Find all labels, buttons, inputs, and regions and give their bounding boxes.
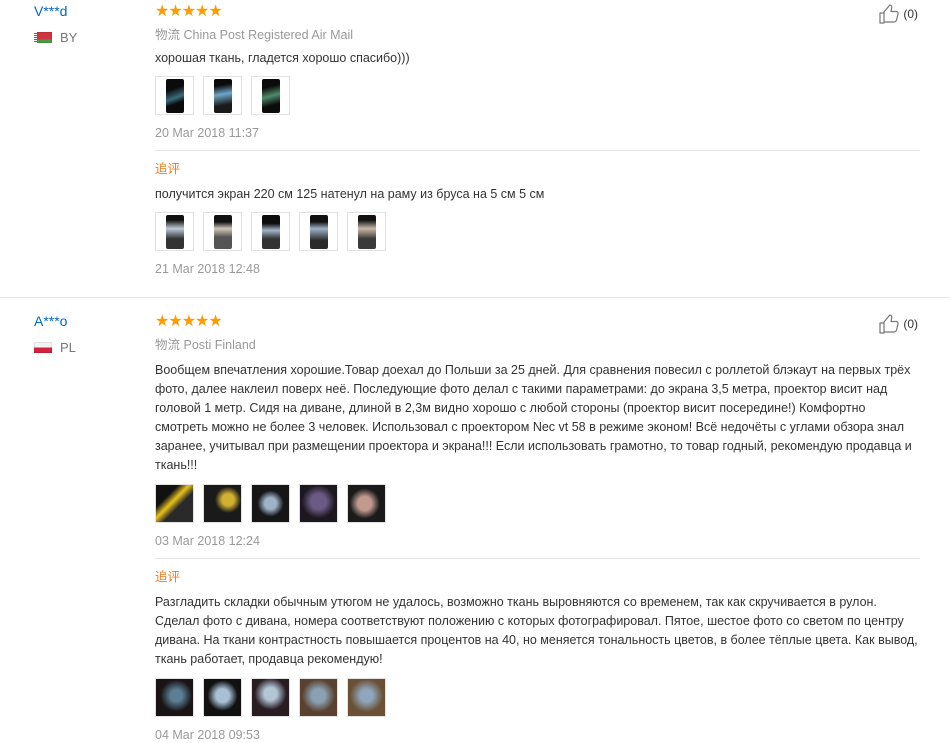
- shipping-method: China Post Registered Air Mail: [183, 28, 354, 42]
- review-body: ★★★★★ 物流 China Post Registered Air Mail …: [155, 3, 920, 277]
- review-photo[interactable]: [155, 484, 194, 523]
- country-code: PL: [60, 340, 76, 355]
- review-text: Вообщем впечатления хорошие.Товар доехал…: [155, 363, 912, 472]
- followup-photo[interactable]: [347, 678, 386, 717]
- followup-date: 21 Mar 2018 12:48: [155, 262, 260, 276]
- followup-photo[interactable]: [299, 212, 338, 251]
- followup-photo[interactable]: [347, 212, 386, 251]
- review-item: A***o PL (0) ★★★★★ 物流 Posti Finland Вооб…: [0, 298, 950, 742]
- review-photo[interactable]: [251, 484, 290, 523]
- reviewer-name: V***d: [34, 3, 68, 19]
- followup-photo[interactable]: [155, 212, 194, 251]
- review-text: хорошая ткань, гладется хорошо спасибо))…: [155, 51, 410, 65]
- review-photo[interactable]: [203, 484, 242, 523]
- reviewer-country: BY: [34, 30, 144, 45]
- review-date: 03 Mar 2018 12:24: [155, 534, 260, 548]
- divider: [155, 558, 920, 559]
- poland-flag-icon: [34, 342, 52, 353]
- followup-photo[interactable]: [251, 678, 290, 717]
- followup-text: Разгладить складки обычным утюгом не уда…: [155, 595, 918, 666]
- review-photo[interactable]: [251, 76, 290, 115]
- followup-photo[interactable]: [203, 678, 242, 717]
- followup-date: 04 Mar 2018 09:53: [155, 728, 260, 742]
- review-item: V***d BY (0) ★★★★★ 物流 China Post Registe…: [0, 0, 950, 298]
- shipping-method: Posti Finland: [183, 338, 256, 352]
- reviewer-info: V***d BY: [34, 2, 144, 45]
- review-photos: [155, 484, 920, 523]
- belarus-flag-icon: [34, 32, 52, 43]
- shipping-label: 物流: [155, 338, 181, 352]
- followup-photos: [155, 212, 920, 251]
- followup-tag: 追评: [155, 570, 181, 584]
- reviewer-country: PL: [34, 340, 144, 355]
- review-date: 20 Mar 2018 11:37: [155, 126, 260, 140]
- shipping-info: 物流 Posti Finland: [155, 337, 920, 353]
- shipping-info: 物流 China Post Registered Air Mail: [155, 27, 920, 43]
- divider: [155, 150, 920, 151]
- review-photo[interactable]: [203, 76, 242, 115]
- review-photo[interactable]: [347, 484, 386, 523]
- followup-photo[interactable]: [203, 212, 242, 251]
- country-code: BY: [60, 30, 78, 45]
- followup-photo[interactable]: [299, 678, 338, 717]
- review-photo[interactable]: [155, 76, 194, 115]
- followup-tag: 追评: [155, 162, 181, 176]
- reviewer-name: A***o: [34, 313, 68, 329]
- review-photos: [155, 76, 920, 115]
- review-body: ★★★★★ 物流 Posti Finland Вообщем впечатлен…: [155, 313, 920, 743]
- followup-photos: [155, 678, 920, 717]
- shipping-label: 物流: [155, 28, 181, 42]
- review-photo[interactable]: [299, 484, 338, 523]
- star-rating: ★★★★★: [155, 313, 223, 330]
- reviewer-info: A***o PL: [34, 312, 144, 355]
- followup-text: получится экран 220 см 125 натенул на ра…: [155, 187, 545, 201]
- followup-photo[interactable]: [155, 678, 194, 717]
- followup-photo[interactable]: [251, 212, 290, 251]
- star-rating: ★★★★★: [155, 3, 223, 20]
